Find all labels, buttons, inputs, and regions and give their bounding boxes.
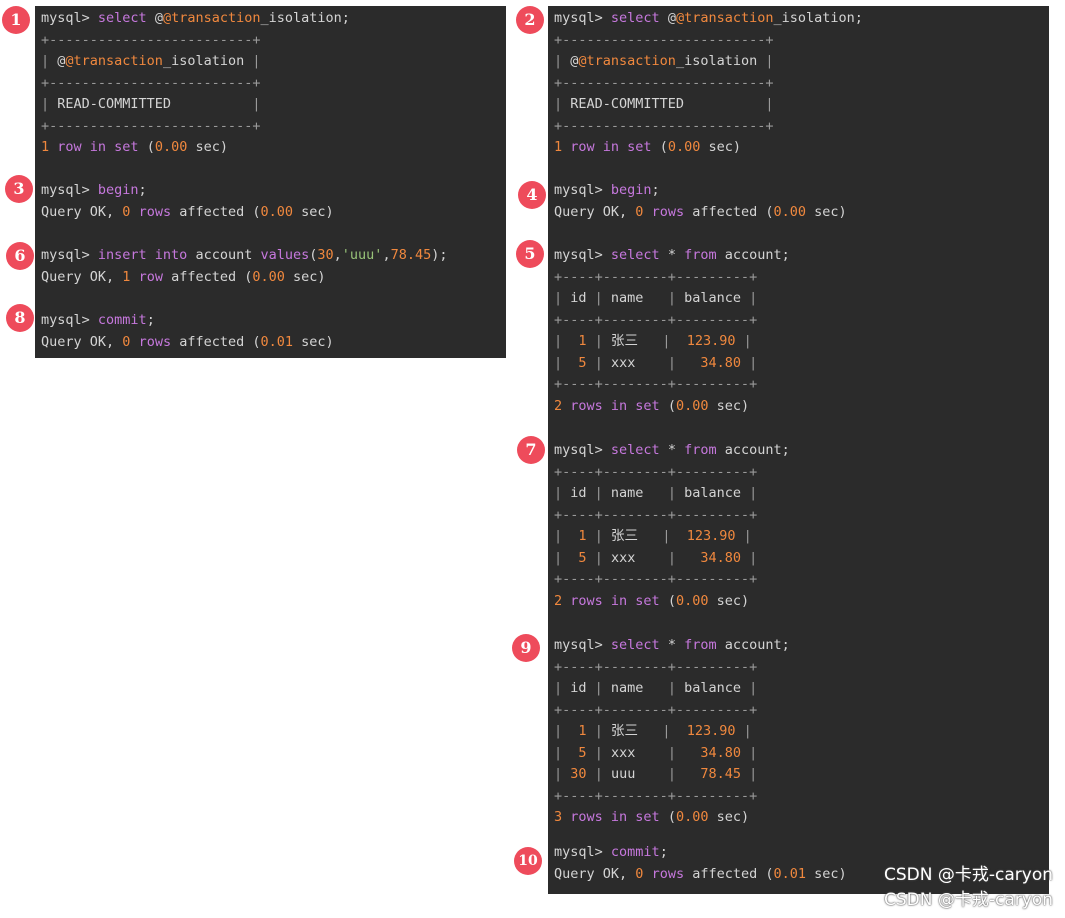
term-line: mysql> select * from account;: [554, 247, 790, 263]
term-line: mysql> begin;: [41, 182, 147, 198]
term-line: | 1 | 张三 | 123.90 |: [554, 528, 752, 544]
term-line: +----+--------+---------+: [554, 788, 758, 804]
term-line: +-------------------------+: [41, 75, 261, 91]
step-badge-3: 3: [5, 175, 33, 203]
step-badge-2: 2: [516, 6, 544, 34]
term-line: 1 row in set (0.00 sec): [41, 139, 228, 155]
watermark-text: CSDN @卡戎-caryon: [884, 890, 1053, 910]
term-line: +-------------------------+: [41, 32, 261, 48]
term-line: 3 rows in set (0.00 sec): [554, 809, 750, 825]
term-line: mysql> select @@transaction_isolation;: [41, 10, 350, 26]
term-line: +-------------------------+: [41, 118, 261, 134]
term-line: | @@transaction_isolation |: [554, 53, 774, 69]
term-line: | @@transaction_isolation |: [41, 53, 261, 69]
term-line: | id | name | balance |: [554, 680, 758, 696]
term-line: +-------------------------+: [554, 118, 774, 134]
term-line: | READ-COMMITTED |: [41, 96, 261, 112]
step-badge-7: 7: [517, 436, 545, 464]
term-line: mysql> begin;: [554, 182, 660, 198]
right-terminal: mysql> select @@transaction_isolation; +…: [548, 6, 1049, 830]
term-line: | 1 | 张三 | 123.90 |: [554, 333, 752, 349]
watermark: CSDN @卡戎-caryon CSDN @卡戎-caryon: [884, 860, 1053, 910]
term-line: 2 rows in set (0.00 sec): [554, 398, 750, 414]
term-line: | 5 | xxx | 34.80 |: [554, 745, 758, 761]
term-line: mysql> select @@transaction_isolation;: [554, 10, 863, 26]
term-line: Query OK, 0 rows affected (0.00 sec): [41, 204, 334, 220]
term-line: mysql> commit;: [41, 312, 155, 328]
term-line: +----+--------+---------+: [554, 464, 758, 480]
step-badge-4: 4: [518, 181, 546, 209]
step-badge-6: 6: [6, 242, 34, 270]
term-line: +----+--------+---------+: [554, 312, 758, 328]
step-badge-10: 10: [514, 847, 542, 875]
term-line: mysql> select * from account;: [554, 442, 790, 458]
step-badge-1: 1: [2, 6, 30, 34]
term-line: | 5 | xxx | 34.80 |: [554, 355, 758, 371]
step-badge-9: 9: [512, 634, 540, 662]
term-line: +-------------------------+: [554, 32, 774, 48]
watermark-text: CSDN @卡戎-caryon: [884, 865, 1053, 885]
term-line: Query OK, 0 rows affected (0.00 sec): [554, 204, 847, 220]
term-line: +----+--------+---------+: [554, 269, 758, 285]
term-line: +----+--------+---------+: [554, 571, 758, 587]
left-terminal: mysql> select @@transaction_isolation; +…: [35, 6, 506, 358]
term-line: 2 rows in set (0.00 sec): [554, 593, 750, 609]
term-line: +----+--------+---------+: [554, 376, 758, 392]
term-line: | id | name | balance |: [554, 290, 758, 306]
term-line: | 30 | uuu | 78.45 |: [554, 766, 758, 782]
step-badge-8: 8: [6, 304, 34, 332]
term-line: +----+--------+---------+: [554, 702, 758, 718]
term-line: +----+--------+---------+: [554, 507, 758, 523]
term-line: | 5 | xxx | 34.80 |: [554, 550, 758, 566]
term-line: Query OK, 0 rows affected (0.01 sec): [41, 334, 334, 350]
step-badge-5: 5: [516, 240, 544, 268]
term-line: +----+--------+---------+: [554, 659, 758, 675]
term-line: | id | name | balance |: [554, 485, 758, 501]
term-line: 1 row in set (0.00 sec): [554, 139, 741, 155]
term-line: mysql> commit;: [554, 844, 668, 860]
term-line: mysql> insert into account values(30,'uu…: [41, 247, 448, 263]
term-line: Query OK, 0 rows affected (0.01 sec): [554, 866, 847, 882]
term-line: +-------------------------+: [554, 75, 774, 91]
term-line: | READ-COMMITTED |: [554, 96, 774, 112]
term-line: Query OK, 1 row affected (0.00 sec): [41, 269, 326, 285]
term-line: mysql> select * from account;: [554, 637, 790, 653]
term-line: | 1 | 张三 | 123.90 |: [554, 723, 752, 739]
